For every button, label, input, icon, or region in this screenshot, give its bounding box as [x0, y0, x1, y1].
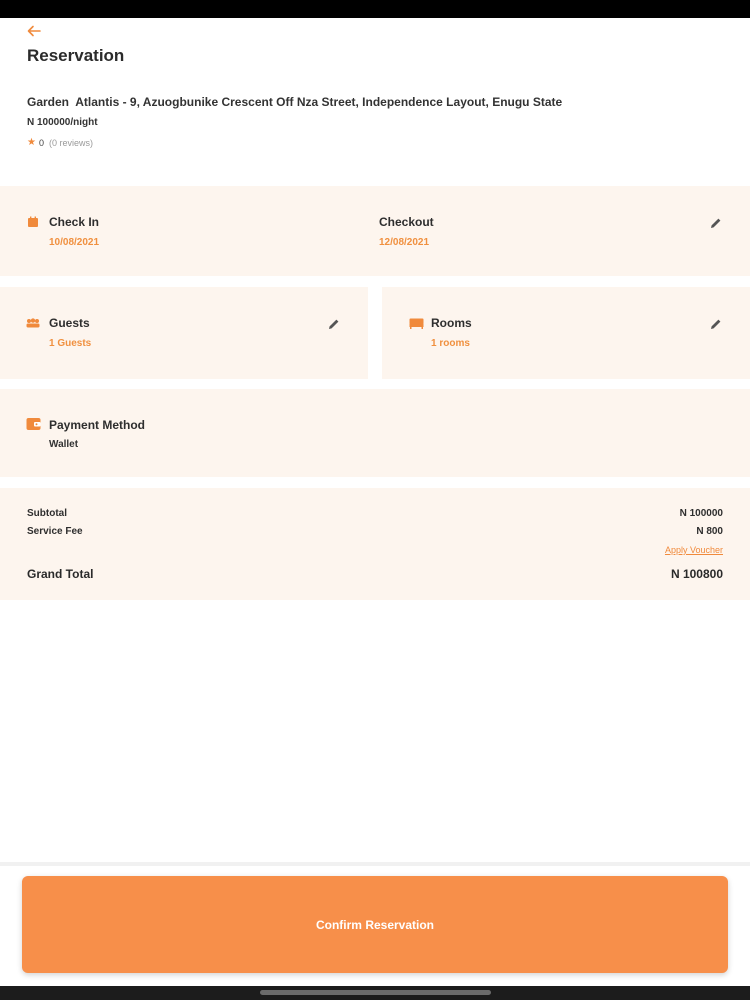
check-in-label: Check In — [49, 215, 100, 229]
grand-total-value: N 100800 — [670, 567, 723, 581]
rating: ★ 0 (0 reviews) — [27, 137, 93, 148]
footer-divider — [0, 862, 750, 866]
edit-guests-pencil-icon[interactable] — [327, 317, 341, 331]
page-title: Reservation — [27, 46, 125, 65]
back-button[interactable] — [24, 24, 44, 42]
apply-voucher-link[interactable]: Apply Voucher — [665, 545, 723, 555]
payment-method-label: Payment Method — [49, 418, 146, 432]
star-icon: ★ — [27, 137, 36, 148]
subtotal-value: N 100000 — [679, 508, 723, 519]
payment-method-value: Wallet — [49, 439, 79, 450]
payment-method-panel[interactable]: Payment Method Wallet — [0, 389, 750, 477]
confirm-reservation-button[interactable]: Confirm Reservation — [22, 876, 728, 973]
guests-panel: Guests 1 Guests — [0, 287, 368, 379]
service-fee-value: N 800 — [696, 526, 723, 537]
rating-value: 0 — [38, 137, 44, 148]
rooms-panel: Rooms 1 rooms — [382, 287, 750, 379]
guests-label: Guests — [49, 316, 90, 330]
guests-value[interactable]: 1 Guests — [49, 338, 91, 349]
rooms-label: Rooms — [431, 316, 472, 330]
edit-dates-pencil-icon[interactable] — [709, 216, 723, 230]
hotel-name: Garden Atlantis - 9, Azuogbunike Crescen… — [27, 95, 563, 109]
people-icon — [26, 318, 40, 328]
wallet-icon — [26, 417, 41, 431]
subtotal-label: Subtotal — [27, 508, 67, 519]
reviews-count: (0 reviews) — [48, 137, 93, 148]
grand-total-label: Grand Total — [27, 567, 94, 581]
checkout-value[interactable]: 12/08/2021 — [379, 237, 429, 248]
service-fee-label: Service Fee — [27, 526, 83, 537]
rooms-value[interactable]: 1 rooms — [431, 338, 470, 349]
checkout-label: Checkout — [379, 215, 434, 229]
check-in-value[interactable]: 10/08/2021 — [49, 237, 99, 248]
confirm-reservation-label: Confirm Reservation — [315, 917, 435, 932]
totals-panel: Subtotal N 100000 Service Fee N 800 Appl… — [0, 488, 750, 600]
status-bar — [0, 0, 750, 18]
price-per-night: N 100000/night — [27, 117, 98, 128]
home-indicator[interactable] — [260, 990, 491, 995]
edit-rooms-pencil-icon[interactable] — [709, 317, 723, 331]
bed-icon — [409, 318, 424, 329]
arrow-left-icon — [27, 24, 41, 42]
dates-panel: Check In 10/08/2021 Checkout 12/08/2021 — [0, 186, 750, 276]
calendar-icon — [27, 216, 39, 228]
